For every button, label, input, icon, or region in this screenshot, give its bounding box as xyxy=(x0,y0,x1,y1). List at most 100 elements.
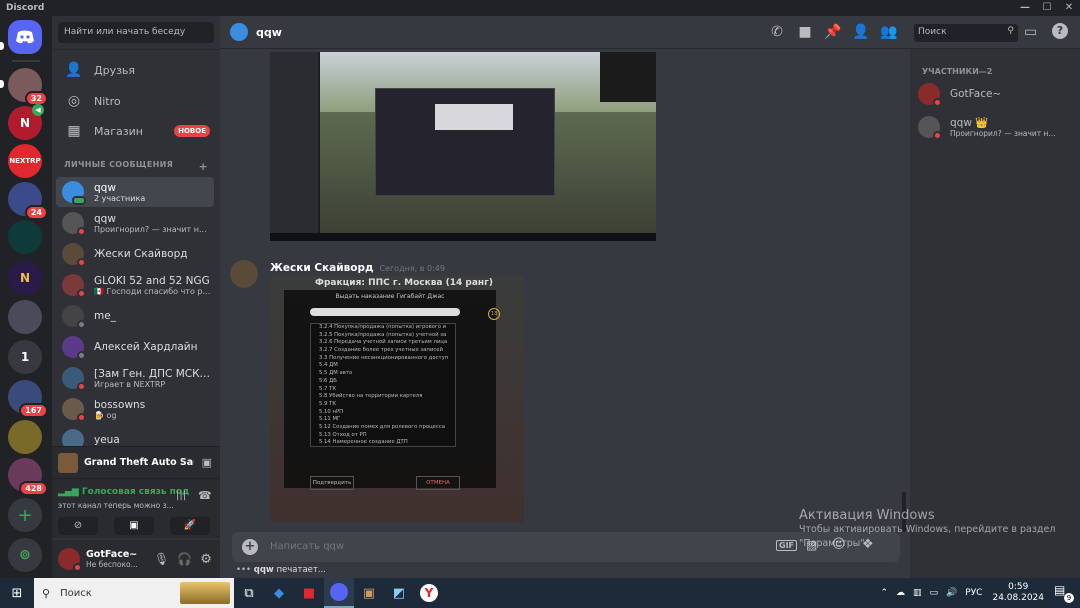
stream-icon[interactable]: ▣ xyxy=(202,456,212,469)
avatar xyxy=(62,212,86,236)
punishment-item[interactable]: 5.4 ДМ xyxy=(311,362,455,370)
dm-item[interactable]: [Зам Ген. ДПС МСК] ... Играет в NEXTRP xyxy=(56,363,214,393)
server-icon-5[interactable] xyxy=(8,220,42,254)
punishment-item[interactable]: 5.5 ДМ авто xyxy=(311,370,455,378)
clock[interactable]: 0:59 24.08.2024 xyxy=(992,582,1044,604)
tray-app-icon[interactable]: ▥ xyxy=(913,588,922,598)
activity-panel[interactable]: Grand Theft Auto San ... ▣ xyxy=(52,446,220,478)
app-icon-gta[interactable]: ▣ xyxy=(354,578,384,608)
punishment-item[interactable]: 5.13 Отход от РП xyxy=(311,432,455,440)
app-icon-3[interactable]: ◩ xyxy=(384,578,414,608)
explore-servers-button[interactable]: ⊚ xyxy=(8,538,42,572)
tray-chevron-icon[interactable]: ⌃ xyxy=(880,588,888,598)
punishment-item[interactable]: 5.7 ТК xyxy=(311,386,455,394)
dialog-search-bar[interactable] xyxy=(310,308,460,316)
dm-item[interactable]: Алексей Хардлайн xyxy=(56,332,214,362)
dm-item[interactable]: GLOKI 52 and 52 NGG 🇲🇽 Господи спасибо чт… xyxy=(56,270,214,300)
punishment-item[interactable]: 3.2.7 Создание более трех учетных записе… xyxy=(311,347,455,355)
gif-icon[interactable]: GIF xyxy=(776,540,798,551)
image-attachment[interactable]: Фракция: ППС г. Москва (14 ранг) Выдать … xyxy=(270,276,524,522)
screen-share-button[interactable]: ▣ xyxy=(114,517,154,535)
punishment-item[interactable]: 5.11 МГ xyxy=(311,416,455,424)
punishment-item[interactable]: 5.8 Убийство на территории картеля xyxy=(311,393,455,401)
camera-off-button[interactable]: ⊘ xyxy=(58,517,98,535)
punishment-item[interactable]: 5.14 Намеренное создание ДТП xyxy=(311,439,455,447)
voice-call-icon[interactable]: ✆ xyxy=(768,24,786,42)
find-conversation-button[interactable]: Найти или начать беседу xyxy=(58,22,214,43)
punishment-item[interactable]: 5.12 Создание помех для ролевого процесс… xyxy=(311,424,455,432)
dm-item[interactable]: bossowns 🍺 og xyxy=(56,394,214,424)
punishment-item[interactable]: 3.2.5 Покупка/продажа (попытка) учетной … xyxy=(311,332,455,340)
server-icon-10[interactable] xyxy=(8,420,42,454)
start-windows-icon[interactable]: ⊞ xyxy=(0,578,34,608)
disconnect-icon[interactable]: ☎ xyxy=(198,489,212,502)
punishment-item[interactable]: 3.2.6 Передача учетной записи третьим ли… xyxy=(311,339,455,347)
punishment-item[interactable]: 3.2.4 Покупка/продажа (попытка) игрового… xyxy=(311,324,455,332)
punishment-item[interactable]: 3.3 Получение несанкционированного досту… xyxy=(311,355,455,363)
pin-icon[interactable]: 📌 xyxy=(824,24,842,42)
member-item[interactable]: qqw 👑 Проигнорил? — значит н... xyxy=(918,113,1072,141)
punishment-item[interactable]: 5.9 ТК xyxy=(311,401,455,409)
add-server-button[interactable]: + xyxy=(8,498,42,532)
server-icon-11[interactable]: 428 xyxy=(8,458,48,496)
yandex-browser-icon[interactable]: Y xyxy=(414,578,444,608)
cancel-button[interactable]: ОТМЕНА xyxy=(416,476,460,490)
activity-button[interactable]: 🚀 xyxy=(170,517,210,535)
dm-name: me_ xyxy=(94,310,116,322)
search-input[interactable]: Поиск ⚲ xyxy=(914,24,1018,42)
noise-suppression-icon[interactable]: ||| xyxy=(176,490,186,501)
nav-friends[interactable]: 👤 Друзья xyxy=(56,56,216,84)
server-icon-8[interactable]: 1 xyxy=(8,340,42,374)
network-icon[interactable]: ▭ xyxy=(930,588,939,598)
dm-item[interactable]: qqw Проигнорил? — значит н... xyxy=(56,208,214,238)
language-indicator[interactable]: РУС xyxy=(965,588,982,598)
settings-gear-icon[interactable]: ⚙ xyxy=(200,552,212,567)
punishment-item[interactable]: 5.10 нРП xyxy=(311,409,455,417)
mic-icon[interactable]: 🎙 xyxy=(154,552,169,566)
member-list-icon[interactable]: 👥 xyxy=(880,24,898,42)
home-button[interactable] xyxy=(8,20,42,54)
headphones-icon[interactable]: 🎧 xyxy=(177,552,192,566)
typing-user: qqw xyxy=(253,565,274,575)
confirm-button[interactable]: Подтвердить xyxy=(310,476,354,490)
image-attachment[interactable] xyxy=(270,52,656,241)
server-icon-9[interactable]: 167 xyxy=(8,380,48,418)
taskbar-search[interactable]: ⚲ Поиск xyxy=(34,578,234,608)
server-icon-6[interactable]: N xyxy=(8,261,42,295)
message-author[interactable]: Жески Скайворд xyxy=(270,262,373,274)
create-dm-button[interactable]: + xyxy=(198,160,208,173)
server-icon-2[interactable]: N ◀ xyxy=(8,104,44,140)
app-icon-1[interactable]: ◆ xyxy=(264,578,294,608)
volume-icon[interactable]: 🔊 xyxy=(946,588,957,598)
server-icon-7[interactable] xyxy=(8,300,42,334)
search-icon: ⚲ xyxy=(42,586,51,600)
minimize-button[interactable]: — xyxy=(1014,0,1036,16)
task-view-icon[interactable]: ⧉ xyxy=(234,578,264,608)
punishment-item[interactable]: 5.6 ДБ xyxy=(311,378,455,386)
dm-item[interactable]: me_ xyxy=(56,301,214,331)
server-icon-4[interactable]: 24 xyxy=(8,182,48,220)
message-avatar[interactable] xyxy=(230,260,258,288)
discord-taskbar-icon[interactable] xyxy=(324,578,354,608)
nav-nitro[interactable]: ◎ Nitro xyxy=(56,87,216,115)
member-item[interactable]: GotFace~ xyxy=(918,81,1072,107)
app-icon-2[interactable]: ■ xyxy=(294,578,324,608)
server-icon-nextrp[interactable]: NEXTRP xyxy=(8,144,42,178)
onedrive-icon[interactable]: ☁ xyxy=(896,588,905,598)
nav-shop[interactable]: ▦ Магазин НОВОЕ xyxy=(56,117,216,145)
nitro-icon: ◎ xyxy=(67,93,81,109)
notification-center[interactable]: ▤ 9 xyxy=(1054,583,1074,603)
message-input[interactable]: Написать qqw xyxy=(270,541,344,552)
user-avatar[interactable] xyxy=(58,548,82,572)
add-friend-icon[interactable]: 👤 xyxy=(852,24,870,42)
close-button[interactable]: ✕ xyxy=(1058,0,1080,16)
dm-item[interactable]: qqw 2 участника xyxy=(56,177,214,207)
server-icon-1[interactable]: 32 xyxy=(8,68,48,106)
inbox-icon[interactable]: ▭ xyxy=(1024,24,1037,40)
video-call-icon[interactable]: ■ xyxy=(796,24,814,42)
help-icon[interactable]: ? xyxy=(1052,23,1068,39)
dm-item[interactable]: Жески Скайворд xyxy=(56,239,214,269)
attach-plus-icon[interactable]: + xyxy=(242,539,258,555)
dm-sub: Проигнорил? — значит н... xyxy=(94,224,207,234)
maximize-button[interactable]: ☐ xyxy=(1036,0,1058,16)
